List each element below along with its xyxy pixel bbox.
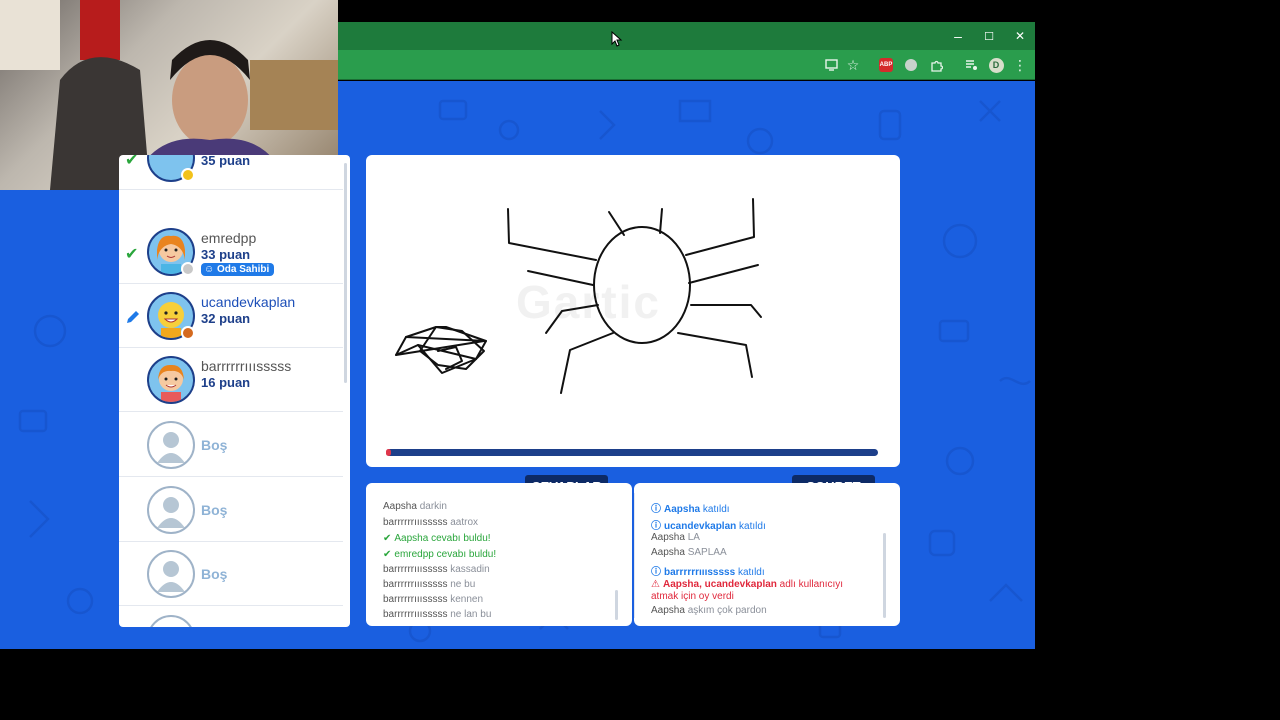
status-dot	[181, 326, 195, 340]
player-name: ucandevkaplan	[201, 294, 296, 310]
answers-panel: Aapsha darkin barrrrrrııısssss aatrox ✔ A…	[366, 483, 632, 626]
chat-message: ⓘ barrrrrrııısssss katıldı	[651, 563, 765, 578]
status-dot	[181, 262, 195, 276]
player-name: emredpp	[201, 230, 257, 246]
answer-message: barrrrrrııısssss kassadin	[383, 564, 490, 575]
answer-message: barrrrrrııısssss kennen	[383, 594, 484, 605]
player-score: 35 puan	[201, 155, 251, 168]
empty-slot: Boş	[119, 413, 343, 477]
abp-icon[interactable]: ABP	[878, 57, 894, 73]
profile-icon[interactable]: D	[988, 57, 1004, 73]
empty-slot-label: Boş	[201, 566, 228, 582]
answer-message: barrrrrrııısssss aatrox	[383, 517, 479, 528]
info-icon: ⓘ	[651, 567, 661, 578]
maximize-button[interactable]: ☐	[973, 22, 1005, 50]
chat-message: Aapsha aşkım çok pardon	[651, 605, 767, 616]
player-row: ucandevkaplan 32 puan	[119, 284, 343, 348]
chat-message: ⓘ Aapsha katıldı	[651, 500, 730, 515]
info-icon: ⓘ	[651, 521, 661, 532]
empty-slot	[119, 607, 343, 627]
empty-avatar-icon	[147, 615, 195, 627]
chat-scrollbar[interactable]	[883, 533, 886, 618]
answers-scrollbar[interactable]	[615, 590, 618, 620]
media-icon[interactable]	[963, 57, 979, 73]
extension-icon[interactable]	[903, 57, 919, 73]
round-timer-bar	[386, 449, 878, 456]
close-window-button[interactable]: ✕	[1004, 22, 1036, 50]
empty-slot-label: Boş	[201, 502, 228, 518]
drawing-canvas[interactable]: Gartic	[366, 155, 900, 467]
answer-message: ✔ emredpp cevabı buldu!	[383, 549, 497, 560]
player-score: 16 puan	[201, 375, 251, 390]
player-row: ✔ 35 puan	[119, 155, 343, 190]
player-name: barrrrrrııısssss	[201, 358, 292, 374]
room-owner-badge: ☺ Oda Sahibi	[201, 263, 275, 276]
check-icon: ✔	[125, 155, 139, 169]
info-icon: ⓘ	[651, 504, 661, 515]
player-score: 32 puan	[201, 311, 251, 326]
cast-icon[interactable]	[823, 57, 839, 73]
empty-slot-label: Boş	[201, 437, 228, 453]
answer-message: barrrrrrııısssss ne bu	[383, 579, 476, 590]
empty-avatar-icon	[147, 421, 195, 469]
answer-message: ✔ Aapsha cevabı buldu!	[383, 533, 491, 544]
players-scrollbar[interactable]	[344, 163, 347, 383]
spider-drawing	[395, 198, 762, 394]
chat-panel: ⓘ Aapsha katıldı ⓘ ucandevkaplan katıldı A…	[634, 483, 900, 626]
player-row: barrrrrrııısssss 16 puan	[119, 348, 343, 412]
player-score: 33 puan	[201, 247, 251, 262]
chat-message: Aapsha LA	[651, 532, 700, 543]
minimize-button[interactable]: –	[942, 22, 974, 50]
answer-message: barrrrrrııısssss ne lan bu	[383, 609, 492, 620]
empty-slot: Boş	[119, 542, 343, 606]
timer-fill	[386, 449, 391, 456]
check-icon: ✔	[383, 533, 392, 544]
empty-avatar-icon	[147, 550, 195, 598]
avatar	[147, 356, 195, 404]
check-icon: ✔	[383, 549, 392, 560]
players-panel: ✔ 35 puan ✔ emredpp 33 puan ☺ Oda Sahibi…	[119, 155, 350, 627]
screen: – ☐ ✕ ☆ ABP D ⋮ ✔ 35 puan ✔ emredpp 33 p…	[0, 0, 1280, 720]
puzzle-icon[interactable]	[928, 57, 944, 73]
star-icon[interactable]: ☆	[845, 57, 861, 73]
chat-message: ⓘ ucandevkaplan katıldı	[651, 517, 766, 532]
panel-divider	[634, 493, 635, 618]
pencil-icon	[124, 308, 142, 331]
answer-message: Aapsha darkin	[383, 501, 447, 512]
chat-message-continued: atmak için oy verdi	[651, 591, 734, 602]
menu-icon[interactable]: ⋮	[1012, 57, 1028, 73]
warning-icon: ⚠	[651, 579, 660, 590]
check-icon: ✔	[125, 246, 139, 263]
owner-icon: ☺	[204, 264, 217, 275]
mouse-cursor-icon	[611, 31, 623, 47]
chat-message: Aapsha SAPLAA	[651, 547, 727, 558]
empty-avatar-icon	[147, 486, 195, 534]
player-row: ✔ emredpp 33 puan ☺ Oda Sahibi	[119, 220, 343, 284]
status-dot	[181, 168, 195, 182]
chat-message: ⚠ Aapsha, ucandevkaplan adlı kullanıcıyı	[651, 579, 844, 590]
empty-slot: Boş	[119, 478, 343, 542]
